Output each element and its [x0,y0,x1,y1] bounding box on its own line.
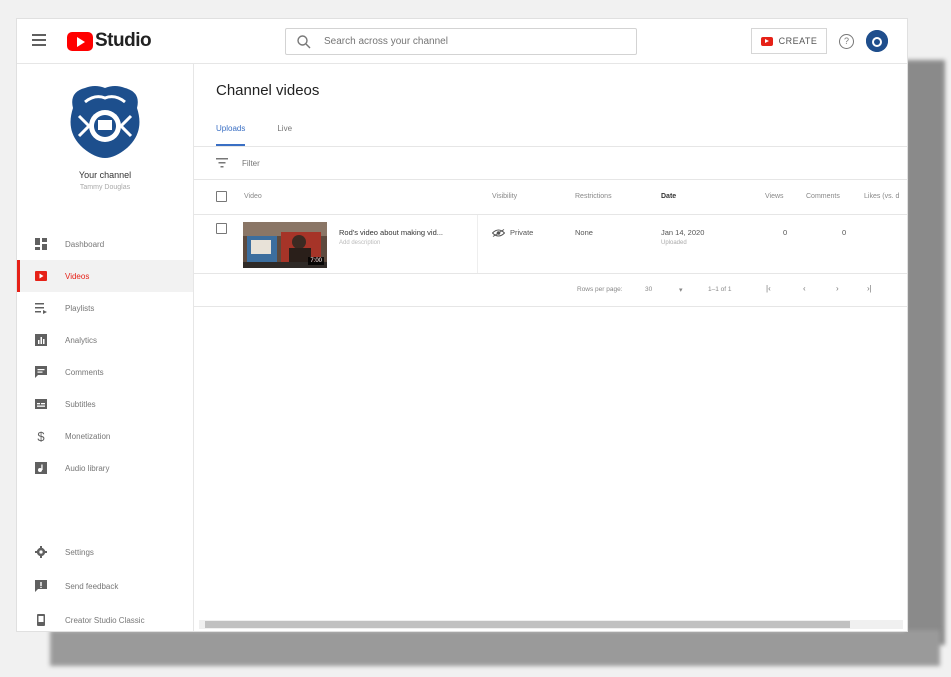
sidebar-item-playlists[interactable]: Playlists [17,292,193,324]
chevron-down-icon[interactable]: ▾ [679,286,683,294]
date-status: Uploaded [661,240,687,246]
column-header-video[interactable]: Video [244,193,262,200]
sidebar-item-label: Settings [65,547,94,557]
subtitles-icon [35,398,47,410]
sidebar-item-dashboard[interactable]: Dashboard [17,228,193,260]
sidebar-item-settings[interactable]: Settings [17,536,193,568]
sidebar-item-creator-studio-classic[interactable]: Creator Studio Classic [17,604,193,631]
analytics-icon [35,334,47,346]
sidebar-item-label: Videos [65,271,90,281]
visibility-cell[interactable]: Private [492,228,533,237]
channel-owner: Tammy Douglas [79,184,131,191]
rows-per-page-select[interactable]: 30 [645,286,652,293]
logo-text: Studio [95,30,152,51]
videos-icon [35,270,47,282]
sidebar-item-label: Audio library [65,463,110,473]
sidebar-item-audio-library[interactable]: Audio library [17,452,193,484]
account-avatar[interactable] [866,30,888,52]
filter-input[interactable] [240,157,444,169]
column-header-comments[interactable]: Comments [806,193,840,200]
sidebar-item-subtitles[interactable]: Subtitles [17,388,193,420]
video-thumbnail[interactable]: 7:00 [243,222,327,268]
channel-name: Your channel [78,170,132,180]
window-shadow-right [905,60,945,645]
sidebar: Your channel Tammy Douglas Dashboard Vid… [17,64,194,631]
visibility-label: Private [510,228,534,237]
create-video-icon [760,36,773,46]
tab-uploads[interactable]: Uploads [216,120,246,146]
tab-bar: Uploads Live [216,120,324,148]
feedback-icon [35,580,47,592]
gear-icon [35,546,47,558]
sidebar-item-analytics[interactable]: Analytics [17,324,193,356]
column-header-likes[interactable]: Likes (vs. d [864,193,899,200]
window-shadow-bottom [50,630,940,666]
row-checkbox[interactable] [216,223,227,234]
main-content: Channel videos Uploads Live Video Visibi… [194,64,907,631]
classic-icon [35,614,47,626]
restrictions-cell: None [575,228,593,237]
monetization-icon: $ [37,428,45,444]
create-button[interactable]: CREATE [751,28,827,54]
sidebar-item-label: Subtitles [65,399,96,409]
sidebar-item-label: Monetization [65,431,111,441]
studio-logo[interactable]: Studio [67,30,152,52]
page-range: 1–1 of 1 [708,286,732,293]
top-bar: Studio CREATE ? [17,19,907,64]
playlists-icon [35,302,47,314]
column-header-views[interactable]: Views [765,193,784,200]
hamburger-menu-icon[interactable] [32,34,46,46]
table-row[interactable]: 7:00 Rod's video about making vid... Add… [194,215,907,274]
table-header: Video Visibility Restrictions Date Views… [194,180,907,215]
column-header-restrictions[interactable]: Restrictions [575,193,612,200]
sidebar-item-videos[interactable]: Videos [17,260,193,292]
next-page-button[interactable]: › [836,284,839,293]
filter-icon[interactable] [216,158,228,168]
audio-library-icon [35,462,47,474]
sidebar-item-comments[interactable]: Comments [17,356,193,388]
sidebar-item-label: Analytics [65,335,98,345]
first-page-button[interactable]: |‹ [766,284,771,293]
sidebar-item-label: Playlists [65,303,95,313]
column-header-date[interactable]: Date [661,193,676,200]
last-page-button[interactable]: ›| [867,284,872,293]
dashboard-icon [35,238,47,250]
date-cell: Jan 14, 2020 [661,228,705,237]
create-label: CREATE [778,36,818,46]
horizontal-scrollbar[interactable] [199,620,903,629]
column-divider [477,215,478,273]
youtube-play-logo-icon [67,31,93,51]
sidebar-item-label: Creator Studio Classic [65,615,145,625]
prev-page-button[interactable]: ‹ [803,284,806,293]
select-all-checkbox[interactable] [216,191,227,202]
tab-live[interactable]: Live [277,120,292,148]
search-input[interactable] [322,35,636,48]
sidebar-item-label: Dashboard [65,239,105,249]
sidebar-item-label: Send feedback [65,581,119,591]
views-cell: 0 [783,228,788,237]
sidebar-item-label: Comments [65,367,104,377]
column-header-visibility[interactable]: Visibility [492,193,517,200]
search-icon [297,34,311,48]
sidebar-item-monetization[interactable]: $ Monetization [17,420,193,452]
comments-icon [35,366,47,378]
pagination-bar: Rows per page: 30 ▾ 1–1 of 1 |‹ ‹ › ›| [194,274,907,307]
help-icon[interactable]: ? [839,34,854,49]
filter-bar [194,147,907,180]
search-box[interactable] [285,28,637,55]
rows-per-page-label: Rows per page: [577,286,623,293]
video-description[interactable]: Add description [339,240,380,246]
sidebar-item-send-feedback[interactable]: Send feedback [17,570,193,602]
channel-logo-icon[interactable] [65,82,145,162]
scrollbar-thumb[interactable] [205,621,850,628]
video-title[interactable]: Rod's video about making vid... [339,228,443,237]
studio-window: Studio CREATE ? [16,18,908,632]
comments-cell: 0 [842,228,847,237]
eye-off-icon [492,228,505,237]
page-title: Channel videos [216,82,320,99]
bear-logo-small-icon [866,30,888,52]
video-duration: 7:00 [308,257,324,265]
